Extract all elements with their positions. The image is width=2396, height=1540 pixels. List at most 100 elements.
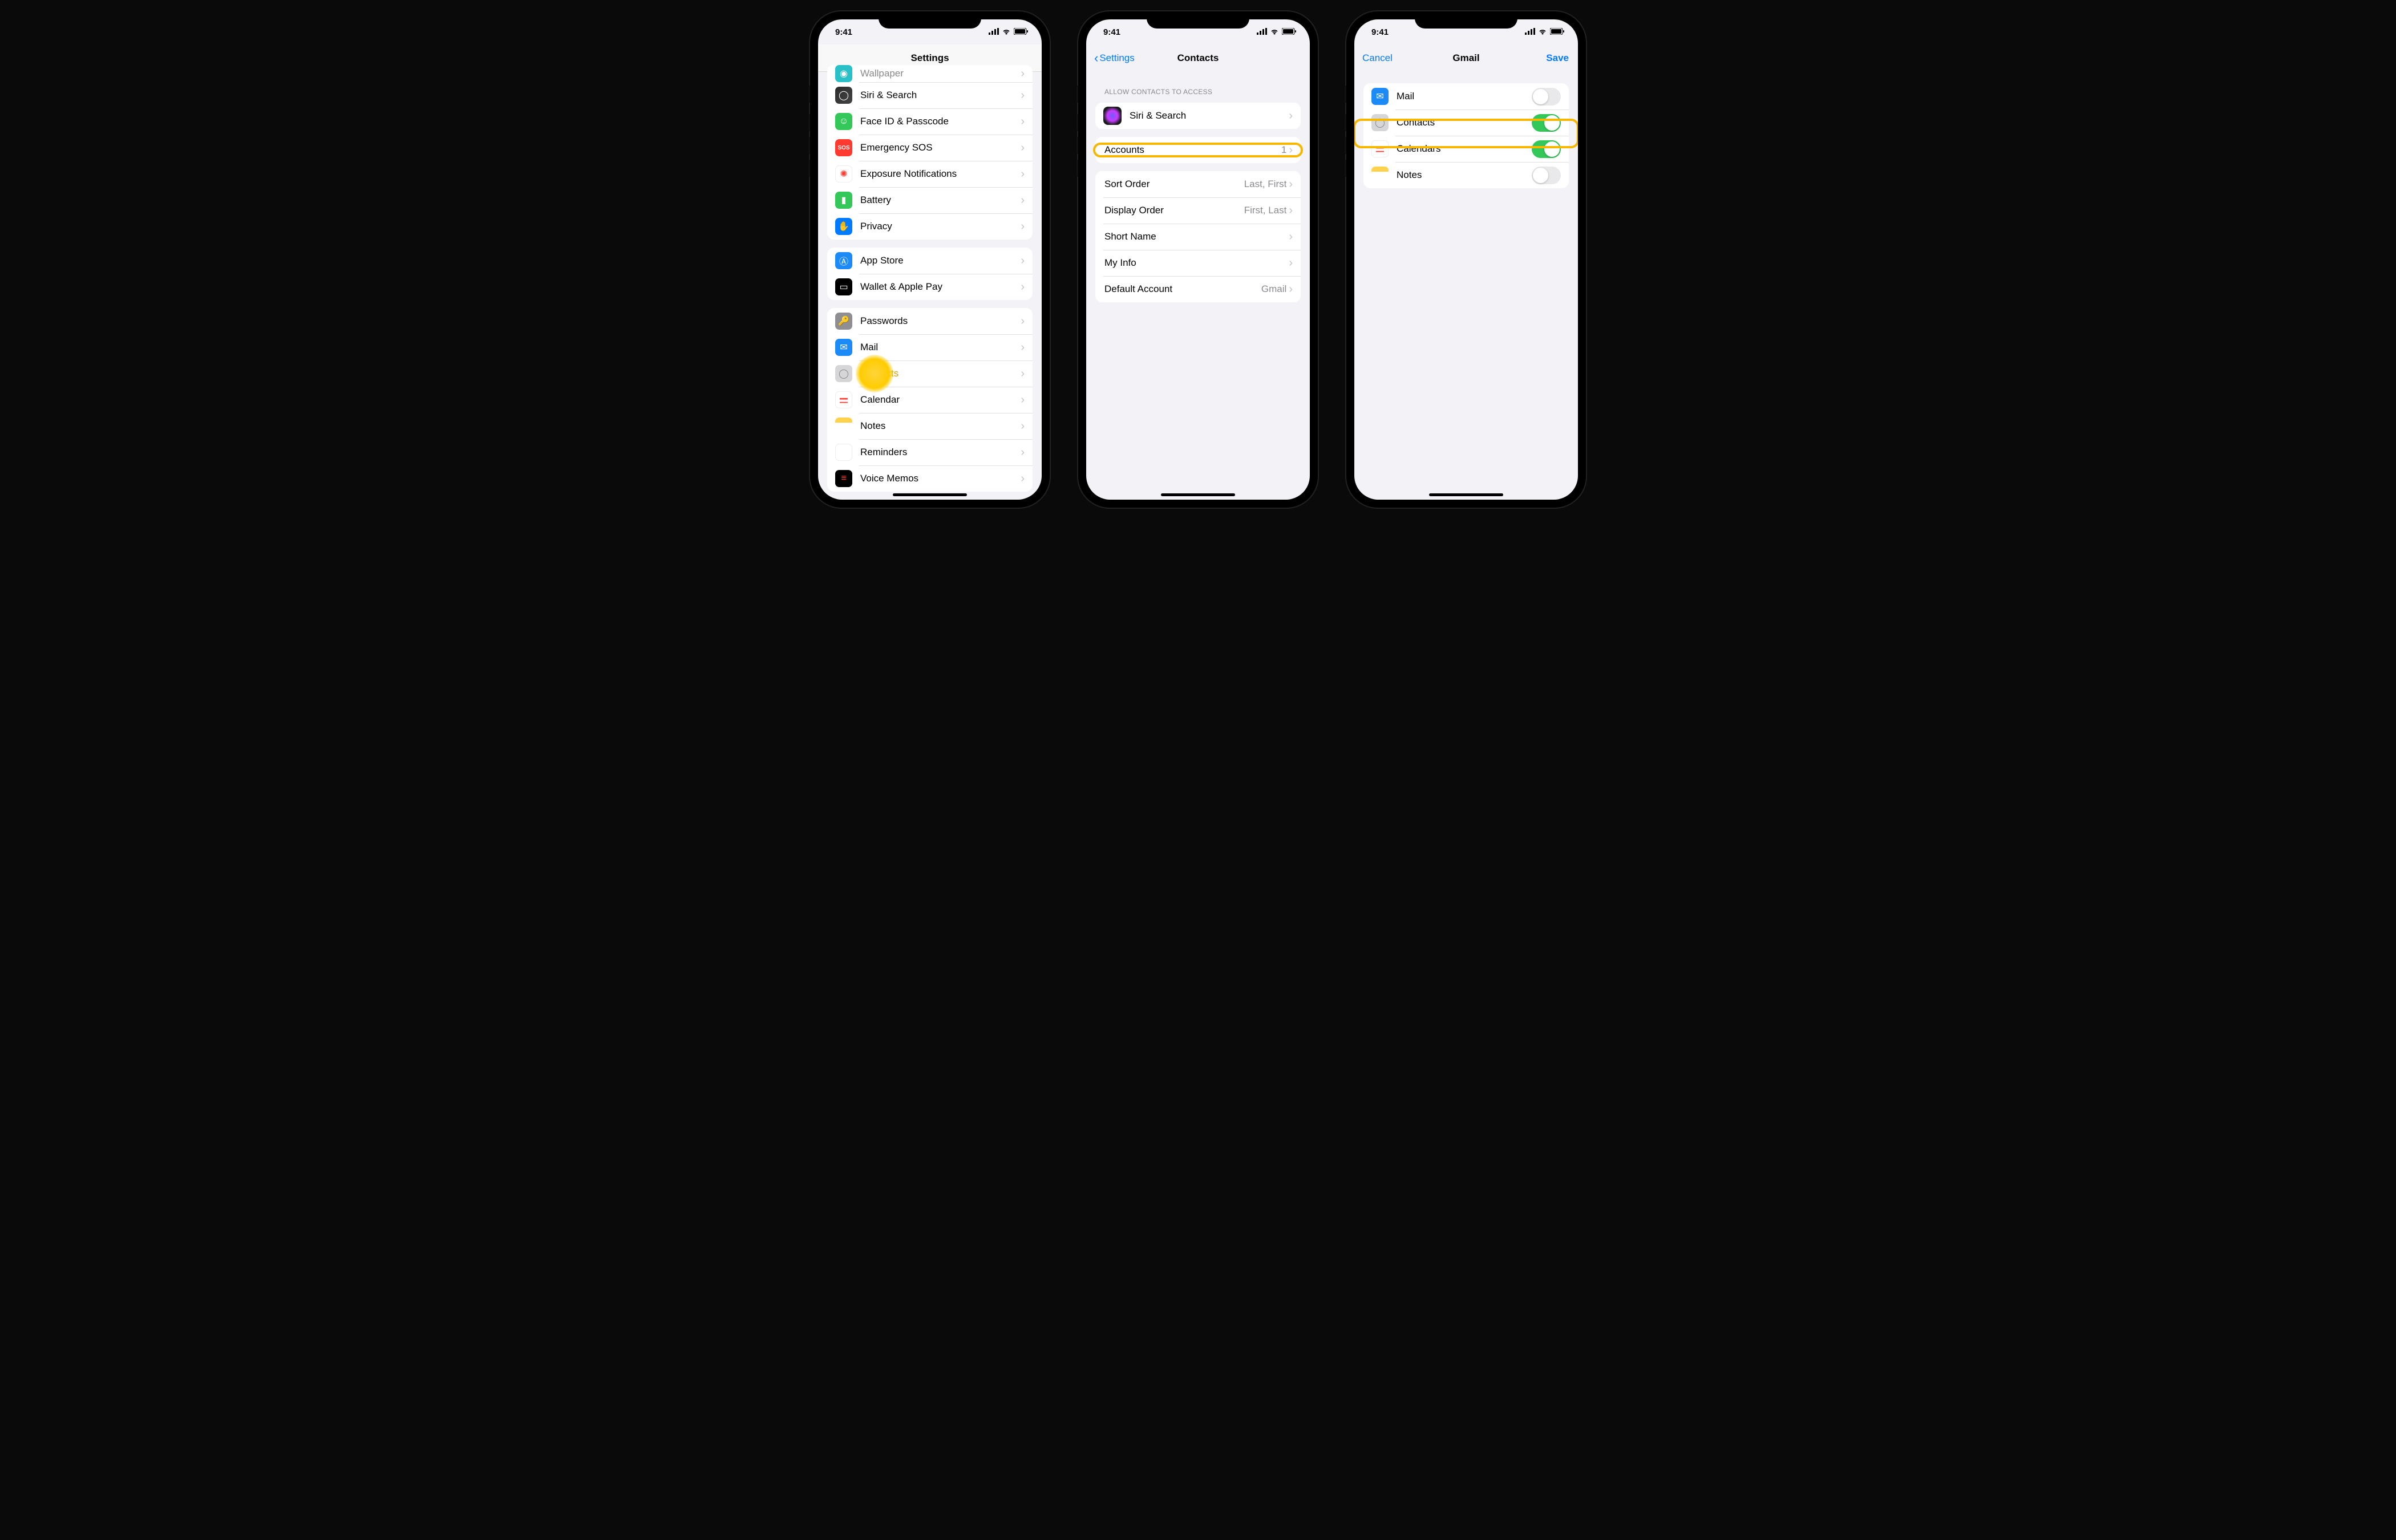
row-label: Sort Order	[1104, 179, 1244, 190]
row-voicememos[interactable]: ≡ Voice Memos ›	[827, 465, 1033, 492]
access-group: Siri & Search ›	[1095, 103, 1301, 129]
row-label: Notes	[860, 420, 1021, 432]
reminders-icon: ⦿	[835, 444, 852, 461]
row-battery[interactable]: ▮ Battery ›	[827, 187, 1033, 213]
row-label: Notes	[1397, 169, 1532, 181]
row-label: Passwords	[860, 315, 1021, 327]
calendar-icon: ▃▃▃▂▂▂	[1371, 140, 1389, 157]
toggle-mail[interactable]	[1532, 88, 1561, 106]
wifi-icon	[1270, 27, 1279, 37]
row-label: Voice Memos	[860, 473, 1021, 484]
phone-frame-3: 9:41 Cancel Gmail Save ✉ Mail	[1346, 11, 1586, 508]
row-label: Accounts	[1104, 144, 1281, 156]
chevron-right-icon: ›	[1021, 420, 1025, 432]
home-indicator[interactable]	[1161, 493, 1235, 496]
back-button[interactable]: ‹ Settings	[1094, 52, 1135, 64]
row-sort-order[interactable]: Sort Order Last, First ›	[1095, 171, 1301, 197]
row-mail[interactable]: ✉ Mail	[1363, 83, 1569, 110]
chevron-right-icon: ›	[1021, 221, 1025, 232]
row-contacts[interactable]: ◯ Contacts ›	[827, 360, 1033, 387]
row-siri-search[interactable]: Siri & Search ›	[1095, 103, 1301, 129]
row-notes[interactable]: Notes ›	[827, 413, 1033, 439]
row-label: Privacy	[860, 221, 1021, 232]
home-indicator[interactable]	[1429, 493, 1503, 496]
chevron-right-icon: ›	[1021, 116, 1025, 127]
row-label: App Store	[860, 255, 1021, 266]
chevron-right-icon: ›	[1289, 257, 1293, 269]
row-my-info[interactable]: My Info ›	[1095, 250, 1301, 276]
row-label: My Info	[1104, 257, 1289, 269]
row-label: Wallpaper	[860, 68, 1021, 79]
row-notes[interactable]: Notes	[1363, 162, 1569, 188]
chevron-right-icon: ›	[1021, 315, 1025, 327]
row-label: Mail	[860, 342, 1021, 353]
toggle-calendars[interactable]	[1532, 140, 1561, 158]
chevron-right-icon: ›	[1021, 255, 1025, 266]
key-icon: 🔑	[835, 313, 852, 330]
row-label: Emergency SOS	[860, 142, 1021, 153]
row-reminders[interactable]: ⦿ Reminders ›	[827, 439, 1033, 465]
wifi-icon	[1002, 27, 1011, 37]
siri-icon: ◯	[835, 87, 852, 104]
section-header: Allow Contacts to Access	[1086, 72, 1310, 99]
row-contacts[interactable]: ◯ Contacts	[1363, 110, 1569, 136]
contacts-icon: ◯	[1371, 114, 1389, 131]
chevron-right-icon: ›	[1021, 281, 1025, 293]
row-passwords[interactable]: 🔑 Passwords ›	[827, 308, 1033, 334]
row-short-name[interactable]: Short Name ›	[1095, 224, 1301, 250]
row-accounts[interactable]: Accounts 1 ›	[1095, 137, 1301, 163]
settings-group-3: 🔑 Passwords › ✉ Mail › ◯ Contacts › ▃▃▃▂…	[827, 308, 1033, 492]
toggle-contacts[interactable]	[1532, 114, 1561, 132]
chevron-right-icon: ›	[1289, 110, 1293, 121]
contacts-settings[interactable]: Allow Contacts to Access Siri & Search ›…	[1086, 72, 1310, 500]
row-siri[interactable]: ◯ Siri & Search ›	[827, 82, 1033, 108]
chevron-right-icon: ›	[1289, 205, 1293, 216]
chevron-right-icon: ›	[1289, 179, 1293, 190]
siri-icon	[1103, 107, 1122, 125]
row-label: Contacts	[1397, 117, 1532, 128]
row-label: Calendars	[1397, 143, 1532, 155]
notch	[1147, 11, 1249, 29]
row-calendar[interactable]: ▃▃▃▂▂▂ Calendar ›	[827, 387, 1033, 413]
chevron-left-icon: ‹	[1094, 52, 1098, 64]
cancel-button[interactable]: Cancel	[1362, 52, 1393, 64]
save-button[interactable]: Save	[1546, 52, 1569, 64]
row-exposure[interactable]: ✺ Exposure Notifications ›	[827, 161, 1033, 187]
back-label: Settings	[1099, 52, 1134, 64]
chevron-right-icon: ›	[1021, 68, 1025, 79]
battery-icon	[1014, 27, 1028, 37]
chevron-right-icon: ›	[1021, 168, 1025, 180]
row-calendars[interactable]: ▃▃▃▂▂▂ Calendars	[1363, 136, 1569, 162]
row-privacy[interactable]: ✋ Privacy ›	[827, 213, 1033, 240]
chevron-right-icon: ›	[1021, 394, 1025, 406]
row-label: Contacts	[860, 368, 1021, 379]
row-default-account[interactable]: Default Account Gmail ›	[1095, 276, 1301, 302]
chevron-right-icon: ›	[1021, 447, 1025, 458]
screen: 9:41 Cancel Gmail Save ✉ Mail	[1354, 19, 1578, 500]
status-time: 9:41	[835, 27, 852, 37]
home-indicator[interactable]	[893, 493, 967, 496]
wallpaper-icon: ◉	[835, 65, 852, 82]
battery-icon	[1550, 27, 1564, 37]
prefs-group: Sort Order Last, First › Display Order F…	[1095, 171, 1301, 302]
cellular-icon	[1257, 27, 1267, 37]
services-group: ✉ Mail ◯ Contacts ▃▃▃▂▂▂ Calendars	[1363, 83, 1569, 188]
toggle-notes[interactable]	[1532, 167, 1561, 184]
status-time: 9:41	[1103, 27, 1120, 37]
battery-icon	[1282, 27, 1296, 37]
row-mail[interactable]: ✉ Mail ›	[827, 334, 1033, 360]
row-value: First, Last	[1244, 205, 1287, 216]
row-sos[interactable]: SOS Emergency SOS ›	[827, 135, 1033, 161]
row-wallpaper[interactable]: ◉ Wallpaper ›	[827, 65, 1033, 82]
exposure-icon: ✺	[835, 165, 852, 183]
row-faceid[interactable]: ☺ Face ID & Passcode ›	[827, 108, 1033, 135]
row-label: Siri & Search	[860, 90, 1021, 101]
row-wallet[interactable]: ▭ Wallet & Apple Pay ›	[827, 274, 1033, 300]
sos-icon: SOS	[835, 139, 852, 156]
row-appstore[interactable]: Ⓐ App Store ›	[827, 248, 1033, 274]
gmail-services[interactable]: ✉ Mail ◯ Contacts ▃▃▃▂▂▂ Calendars	[1354, 72, 1578, 500]
screen: 9:41 ‹ Settings Contacts Allow Contacts …	[1086, 19, 1310, 500]
row-display-order[interactable]: Display Order First, Last ›	[1095, 197, 1301, 224]
settings-list[interactable]: ◉ Wallpaper › ◯ Siri & Search › ☺ Face I…	[818, 65, 1042, 500]
cancel-label: Cancel	[1362, 52, 1393, 64]
